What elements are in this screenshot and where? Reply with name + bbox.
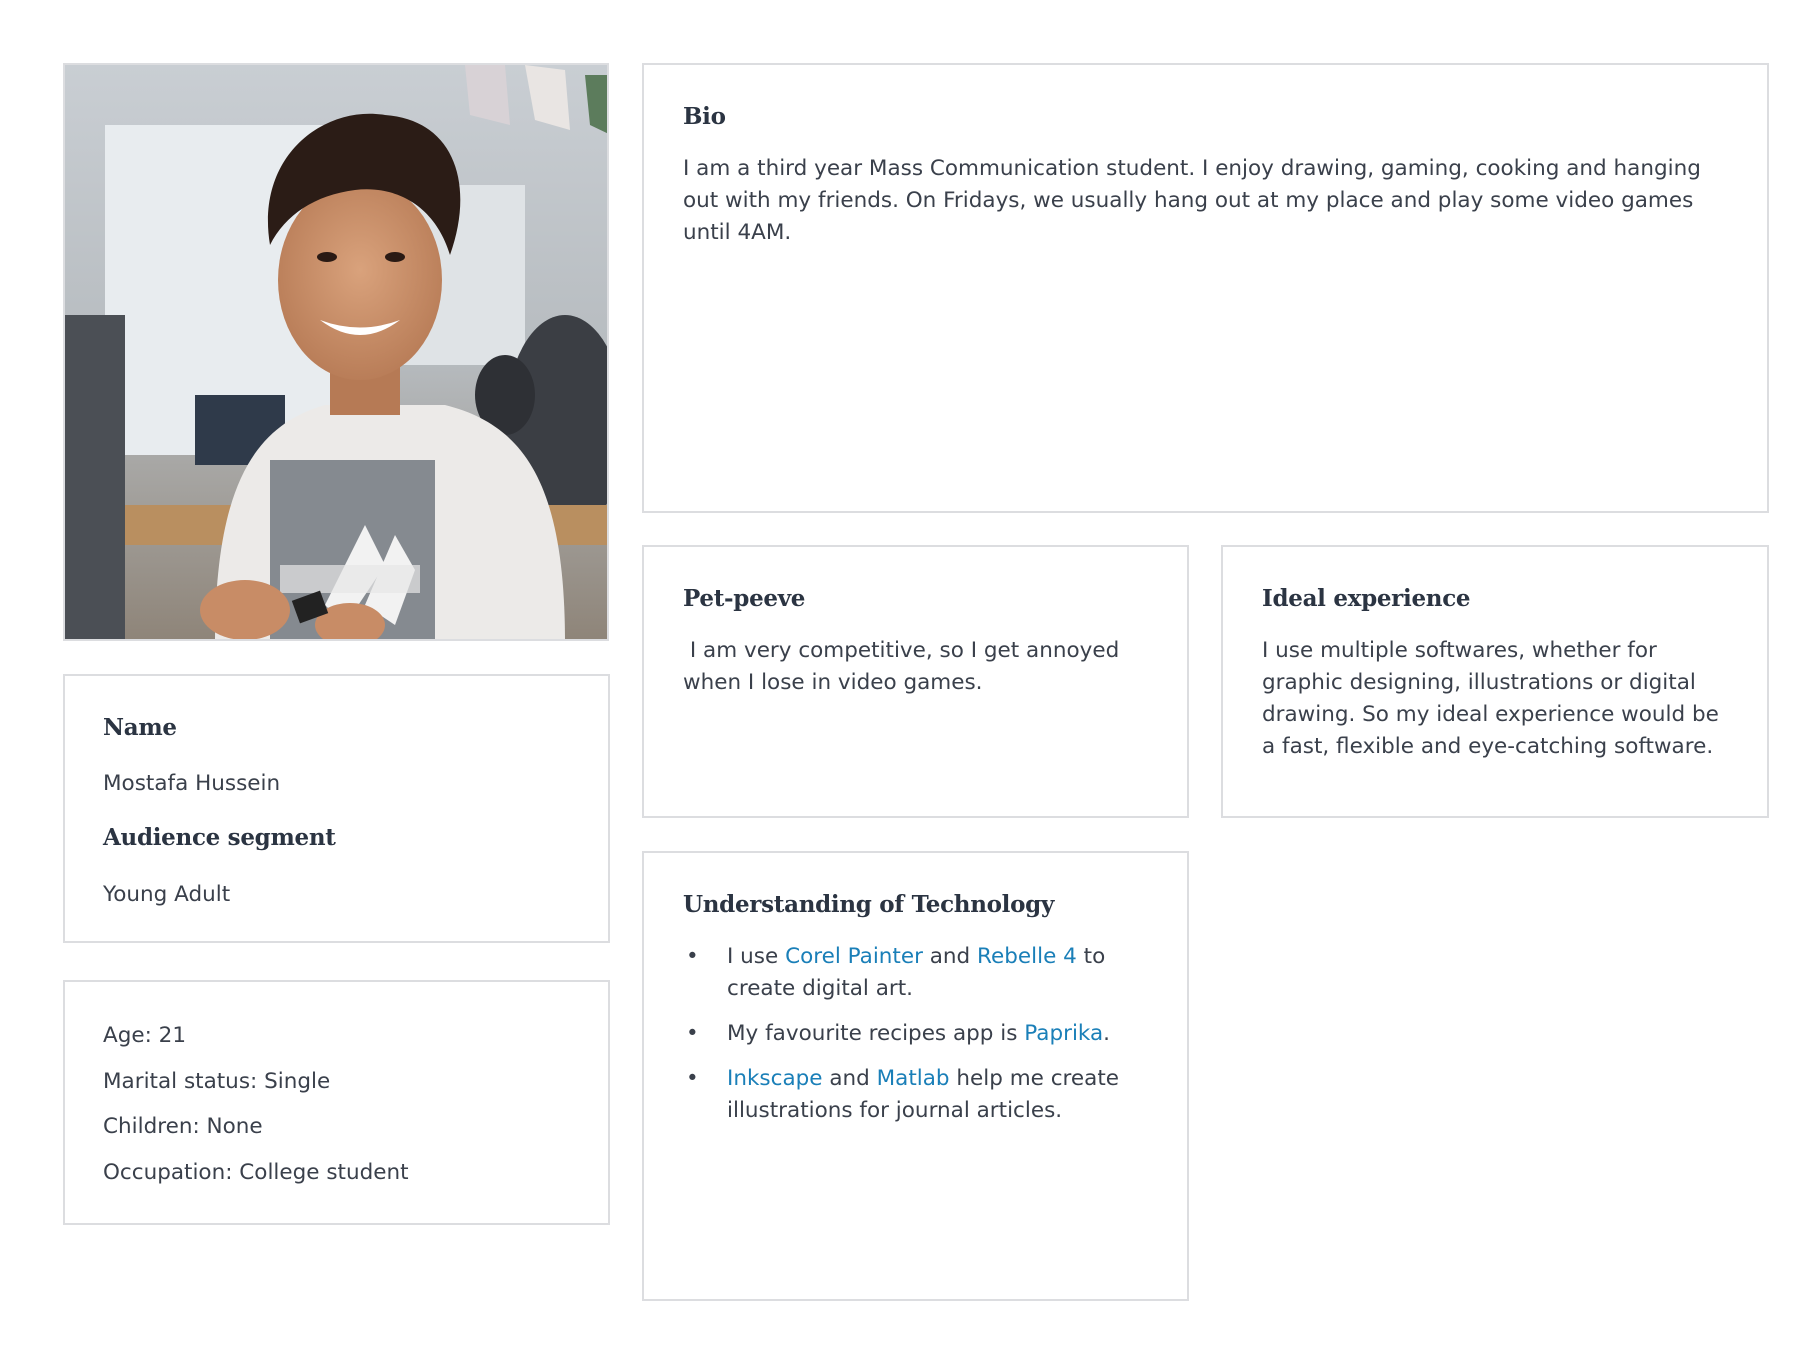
link-inkscape[interactable]: Inkscape	[727, 1066, 823, 1091]
pet-peeve-text: I am very competitive, so I get annoyed …	[683, 638, 1127, 695]
item-text: and	[822, 1066, 877, 1091]
pet-peeve-card: Pet-peeve I am very competitive, so I ge…	[642, 545, 1189, 818]
demographics-list: Age: 21 Marital status: Single Children:…	[103, 1020, 409, 1202]
profile-photo	[63, 63, 609, 641]
link-paprika[interactable]: Paprika	[1024, 1021, 1103, 1046]
technology-card: Understanding of Technology • I use Corel…	[642, 851, 1189, 1301]
item-text: I use	[727, 944, 786, 969]
demographics-card: Age: 21 Marital status: Single Children:…	[63, 980, 610, 1225]
list-item: • Inkscape and Matlab help me create illu…	[683, 1063, 1143, 1127]
bio-card: Bio I am a third year Mass Communication…	[642, 63, 1769, 513]
audience-segment-heading: Audience segment	[103, 824, 336, 851]
bio-text: I am a third year Mass Communication stu…	[683, 156, 1701, 245]
technology-list: • I use Corel Painter and Rebelle 4 to cr…	[683, 941, 1143, 1140]
bio-heading: Bio	[683, 103, 726, 130]
fact-age: Age: 21	[103, 1023, 187, 1048]
link-corel-painter[interactable]: Corel Painter	[785, 944, 923, 969]
name-heading: Name	[103, 714, 177, 741]
ideal-experience-heading: Ideal experience	[1262, 585, 1471, 612]
item-text: .	[1103, 1021, 1111, 1046]
list-item: • My favourite recipes app is Paprika.	[683, 1018, 1143, 1050]
ideal-experience-card: Ideal experience I use multiple software…	[1221, 545, 1769, 818]
ideal-experience-text: I use multiple softwares, whether for gr…	[1262, 638, 1719, 759]
bullet-icon: •	[686, 1021, 699, 1046]
audience-segment-value: Young Adult	[103, 882, 231, 907]
link-rebelle-4[interactable]: Rebelle 4	[977, 944, 1077, 969]
pet-peeve-heading: Pet-peeve	[683, 585, 806, 612]
item-text: My favourite recipes app is	[727, 1021, 1025, 1046]
link-matlab[interactable]: Matlab	[877, 1066, 950, 1091]
identity-card: Name Mostafa Hussein Audience segment Yo…	[63, 674, 610, 943]
item-text: and	[922, 944, 978, 969]
bullet-icon: •	[686, 944, 699, 969]
technology-heading: Understanding of Technology	[683, 891, 1055, 918]
name-value: Mostafa Hussein	[103, 771, 281, 796]
list-item: • I use Corel Painter and Rebelle 4 to cr…	[683, 941, 1143, 1005]
fact-occupation: Occupation: College student	[103, 1159, 409, 1185]
profile-photo-image	[65, 65, 607, 639]
fact-marital-status: Marital status: Single	[103, 1068, 331, 1094]
bullet-icon: •	[686, 1066, 699, 1091]
fact-children: Children: None	[103, 1114, 263, 1139]
